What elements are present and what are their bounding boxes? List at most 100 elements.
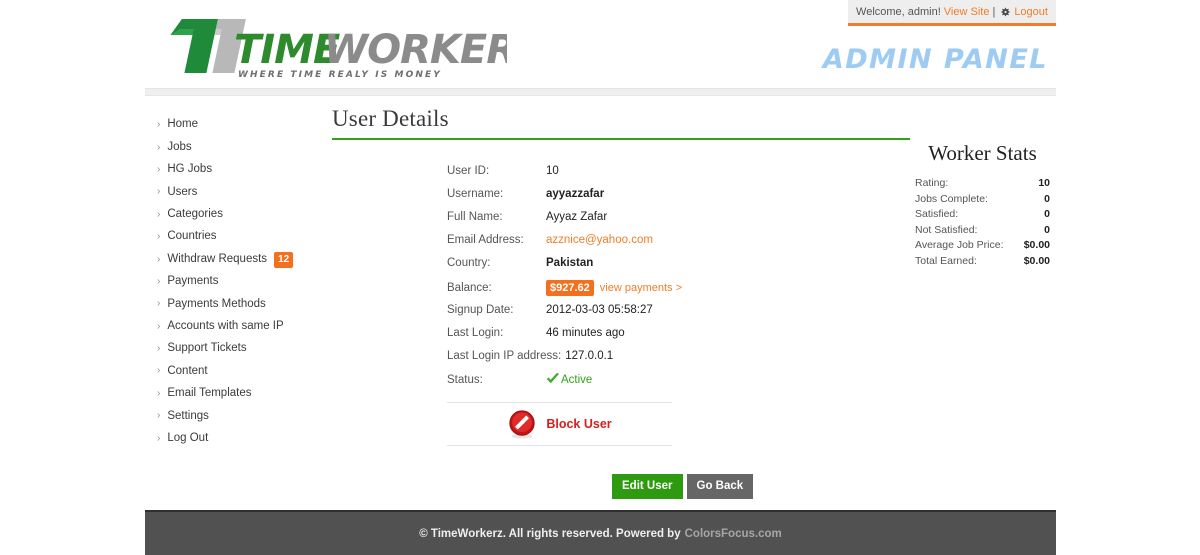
worker-stats-panel: Worker Stats Rating: 10 Jobs Complete: 0 Sat… <box>915 141 1050 271</box>
puzzle-icon <box>1000 6 1011 18</box>
chevron-right-icon: › <box>157 231 161 243</box>
chevron-right-icon: › <box>157 343 161 355</box>
logout-link[interactable]: Logout <box>1014 6 1048 18</box>
sidebar-item-settings[interactable]: › Settings <box>157 405 322 427</box>
sidebar-item-content[interactable]: › Content <box>157 360 322 382</box>
sidebar-item-email-templates[interactable]: › Email Templates <box>157 383 322 405</box>
sidebar-item-payments-methods[interactable]: › Payments Methods <box>157 293 322 315</box>
chevron-right-icon: › <box>157 365 161 377</box>
sidebar-badge: 12 <box>274 251 294 268</box>
body-area: › Home › Jobs › HG Jobs › Users › Categories › Coun… <box>145 96 1056 510</box>
worker-stats-rows: Rating: 10 Jobs Complete: 0 Satisfied: 0 Not S… <box>915 177 1050 271</box>
sidebar-nav: › Home › Jobs › HG Jobs › Users › Categories › Coun… <box>157 114 322 450</box>
sidebar-item-payments[interactable]: › Payments <box>157 271 322 293</box>
block-user-label[interactable]: Block User <box>546 417 611 431</box>
timeworkerz-logo-icon: TIME WORKERZ WHERE TIME REALY IS MONEY <box>170 19 507 80</box>
chevron-right-icon: › <box>157 186 161 198</box>
sidebar-item-hg-jobs[interactable]: › HG Jobs <box>157 159 322 181</box>
detail-label: Email Address: <box>447 234 524 247</box>
detail-value: ayyazzafar <box>546 188 605 201</box>
main-content: User Details User ID: 10 Username: ayyazzaf… <box>332 106 910 499</box>
site-footer: © TimeWorkerz. All rights reserved. Powe… <box>145 510 1056 555</box>
admin-panel-title: ADMIN PANEL <box>822 44 1048 75</box>
detail-value: 46 minutes ago <box>546 326 625 339</box>
worker-stat-label: Satisfied: <box>915 208 959 221</box>
no-entry-icon <box>507 409 537 439</box>
sidebar-item-label: Users <box>167 185 198 198</box>
detail-value: Ayyaz Zafar <box>546 211 608 224</box>
sidebar-item-users[interactable]: › Users <box>157 181 322 203</box>
sidebar-item-label: HG Jobs <box>167 163 213 176</box>
worker-stat-row: Satisfied: 0 <box>915 208 1050 224</box>
chevron-right-icon: › <box>157 432 161 444</box>
sidebar-item-label: Categories <box>167 208 223 220</box>
detail-row: Signup Date: 2012-03-03 05:58:27 <box>447 304 777 327</box>
worker-stat-row: Total Earned: $0.00 <box>915 255 1050 271</box>
worker-stat-value: 0 <box>1044 208 1050 221</box>
chevron-right-icon: › <box>157 275 161 287</box>
worker-stat-value: 0 <box>1044 192 1050 205</box>
sidebar-item-categories[interactable]: › Categories <box>157 204 322 226</box>
worker-stat-row: Average Job Price: $0.00 <box>915 239 1050 255</box>
balance-value: $927.62 view payments > <box>546 280 682 297</box>
detail-row: Full Name: Ayyaz Zafar <box>447 211 777 234</box>
detail-row: Status: Active <box>447 372 777 396</box>
sidebar-item-home[interactable]: › Home <box>157 114 322 136</box>
balance-badge: $927.62 <box>546 280 594 297</box>
page-root: TIME WORKERZ WHERE TIME REALY IS MONEY A… <box>0 0 1200 555</box>
worker-stat-value: $0.00 <box>1023 254 1050 267</box>
status-value: Active <box>546 372 593 386</box>
detail-row: Country: Pakistan <box>447 257 777 280</box>
user-actions: Block User Edit User Go Back <box>447 401 777 499</box>
divider-below-block <box>447 444 672 446</box>
sidebar-item-log-out[interactable]: › Log Out <box>157 427 322 449</box>
chevron-right-icon: › <box>157 141 161 153</box>
sidebar-item-countries[interactable]: › Countries <box>157 226 322 248</box>
detail-value[interactable]: azznice@yahoo.com <box>546 234 653 246</box>
detail-value: 2012-03-03 05:58:27 <box>546 303 653 316</box>
action-buttons: Edit User Go Back <box>612 473 777 499</box>
detail-label: Full Name: <box>447 211 503 224</box>
topbar-separator: | <box>992 5 996 18</box>
block-user-row[interactable]: Block User <box>447 403 672 445</box>
sidebar-item-accounts-with-same-ip[interactable]: › Accounts with same IP <box>157 316 322 338</box>
chevron-right-icon: › <box>157 387 161 399</box>
chevron-right-icon: › <box>157 253 161 265</box>
detail-label: Signup Date: <box>447 303 514 316</box>
site-logo[interactable]: TIME WORKERZ WHERE TIME REALY IS MONEY <box>152 9 507 81</box>
worker-stats-title: Worker Stats <box>928 141 1037 165</box>
footer-credit-link[interactable]: ColorsFocus.com <box>685 528 782 540</box>
sidebar-item-support-tickets[interactable]: › Support Tickets <box>157 338 322 360</box>
worker-stat-label: Total Earned: <box>915 254 977 267</box>
sidebar-item-label: Email Templates <box>167 387 252 400</box>
detail-row: Last Login IP address: 127.0.0.1 <box>447 350 777 373</box>
sidebar-item-label: Withdraw Requests <box>167 252 268 265</box>
worker-stat-value: 10 <box>1038 177 1050 189</box>
sidebar-item-label: Countries <box>167 230 217 243</box>
sidebar-item-label: Payments Methods <box>167 297 266 310</box>
detail-label: Last Login: <box>447 326 504 339</box>
sidebar-item-withdraw-requests[interactable]: › Withdraw Requests 12 <box>157 248 322 270</box>
user-details-list: User ID: 10 Username: ayyazzafar Full Name: A… <box>447 165 777 396</box>
chevron-right-icon: › <box>157 320 161 332</box>
worker-stat-label: Rating: <box>915 177 949 189</box>
view-site-link[interactable]: View Site <box>944 6 990 18</box>
detail-value: 10 <box>546 165 559 177</box>
status-label-text: Active <box>561 373 593 386</box>
worker-stat-row: Rating: 10 <box>915 177 1050 193</box>
edit-user-button[interactable]: Edit User <box>612 473 683 499</box>
detail-row: User ID: 10 <box>447 165 777 188</box>
chevron-right-icon: › <box>157 410 161 422</box>
welcome-text: Welcome, admin! <box>856 5 941 18</box>
go-back-button[interactable]: Go Back <box>686 473 754 499</box>
chevron-right-icon: › <box>157 163 161 175</box>
view-payments-link[interactable]: view payments > <box>600 282 682 294</box>
detail-label: Username: <box>447 188 504 201</box>
detail-row: Balance: $927.62 view payments > <box>447 280 777 303</box>
sidebar-item-label: Home <box>167 118 199 131</box>
footer-copyright: © TimeWorkerz. All rights reserved. Powe… <box>419 527 681 540</box>
page-title: User Details <box>332 106 910 140</box>
detail-label: User ID: <box>447 165 490 177</box>
chevron-right-icon: › <box>157 298 161 310</box>
sidebar-item-jobs[interactable]: › Jobs <box>157 136 322 158</box>
